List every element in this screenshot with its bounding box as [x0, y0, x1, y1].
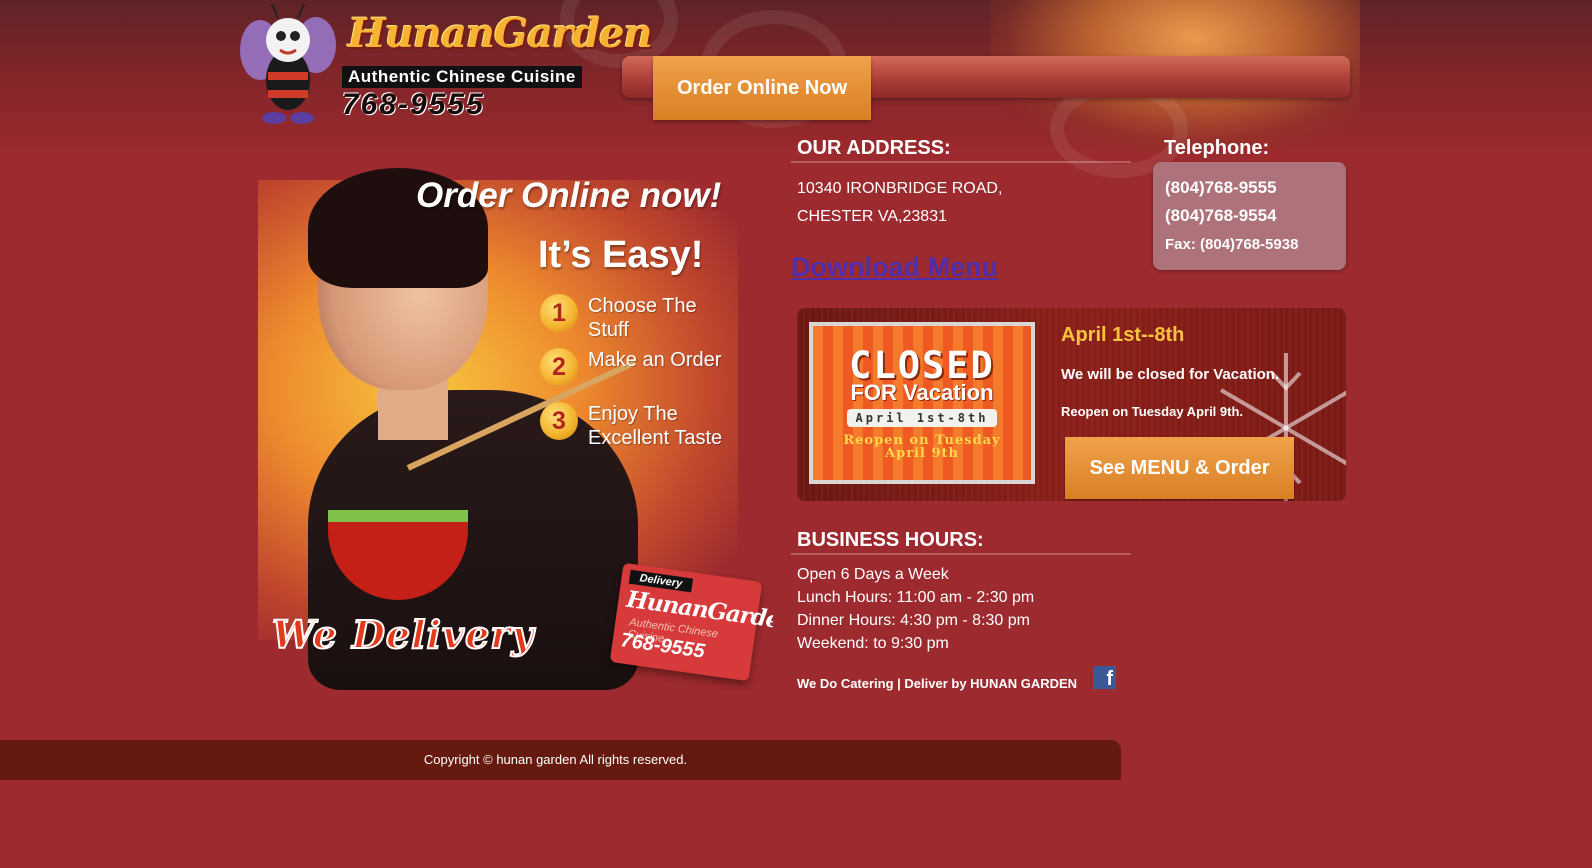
- brand-name: HunanGarden: [348, 10, 653, 57]
- address-line-2: CHESTER VA,23831: [797, 208, 947, 225]
- promo-title: Order Online now!: [416, 176, 722, 215]
- vacation-banner: CLOSED FOR Vacation April 1st-8th Reopen…: [797, 308, 1346, 501]
- sign-date: April 1st-8th: [847, 409, 997, 427]
- hours-line: Weekend: to 9:30 pm: [797, 635, 949, 652]
- hours-line: Lunch Hours: 11:00 am - 2:30 pm: [797, 589, 1035, 606]
- telephone-heading: Telephone:: [1164, 137, 1270, 159]
- copyright-text: Copyright © hunan garden All rights rese…: [423, 752, 688, 767]
- order-online-button[interactable]: Order Online Now: [653, 56, 871, 120]
- facebook-icon[interactable]: f: [1093, 666, 1116, 690]
- we-deliver-text: We Delivery: [271, 611, 535, 658]
- order-online-promo[interactable]: Order Online now! It’s Easy! 1 Choose Th…: [258, 140, 773, 690]
- download-menu-link[interactable]: Download Menu: [791, 252, 998, 283]
- sign-reopen-line-2: April 9th: [885, 446, 959, 461]
- step-2: 2 Make an Order: [540, 348, 738, 386]
- closed-for-vacation-sign: CLOSED FOR Vacation April 1st-8th Reopen…: [809, 322, 1035, 484]
- divider: [791, 161, 1131, 163]
- address-heading: OUR ADDRESS:: [797, 137, 951, 159]
- delivery-box: Delivery HunanGarden Authentic Chinese C…: [609, 562, 773, 682]
- step-text: Make an Order: [588, 349, 722, 371]
- see-menu-order-button[interactable]: See MENU & Order: [1065, 437, 1294, 499]
- hours-line: Open 6 Days a Week: [797, 566, 949, 583]
- step-1: 1 Choose The Stuff: [540, 294, 738, 342]
- business-hours-heading: BUSINESS HOURS:: [797, 529, 984, 551]
- vacation-date: April 1st--8th: [1061, 324, 1185, 346]
- vacation-reopen: Reopen on Tuesday April 9th.: [1061, 404, 1244, 419]
- step-text: Enjoy The Excellent Taste: [588, 403, 723, 449]
- fax-number: Fax: (804)768-5938: [1165, 236, 1299, 253]
- promo-subtitle: It’s Easy!: [538, 234, 704, 276]
- sign-for-vacation-text: FOR Vacation: [850, 380, 994, 405]
- catering-text: We Do Catering | Deliver by HUNAN GARDEN: [797, 676, 1078, 691]
- step-text: Choose The Stuff: [588, 295, 697, 341]
- step-number: 3: [540, 402, 578, 440]
- step-number: 2: [540, 348, 578, 386]
- bee-mascot-icon: [240, 3, 336, 124]
- vacation-message: We will be closed for Vacation.: [1061, 366, 1280, 383]
- site-logo[interactable]: HunanGarden Authentic Chinese Cuisine 76…: [238, 0, 653, 125]
- step-number: 1: [540, 294, 578, 332]
- step-3: 3 Enjoy The Excellent Taste: [540, 402, 738, 450]
- brand-tagline: Authentic Chinese Cuisine: [342, 66, 582, 88]
- phone-number-1[interactable]: (804)768-9555: [1165, 178, 1277, 198]
- divider: [791, 553, 1131, 555]
- brand-phone: 768-9555: [342, 88, 485, 121]
- telephone-box: (804)768-9555 (804)768-9554 Fax: (804)76…: [1153, 162, 1346, 270]
- sign-reopen: Reopen on Tuesday April 9th: [813, 434, 1031, 460]
- footer: Copyright © hunan garden All rights rese…: [0, 740, 1121, 780]
- hours-line: Dinner Hours: 4:30 pm - 8:30 pm: [797, 612, 1030, 629]
- address-line-1: 10340 IRONBRIDGE ROAD,: [797, 180, 1003, 197]
- phone-number-2[interactable]: (804)768-9554: [1165, 206, 1277, 226]
